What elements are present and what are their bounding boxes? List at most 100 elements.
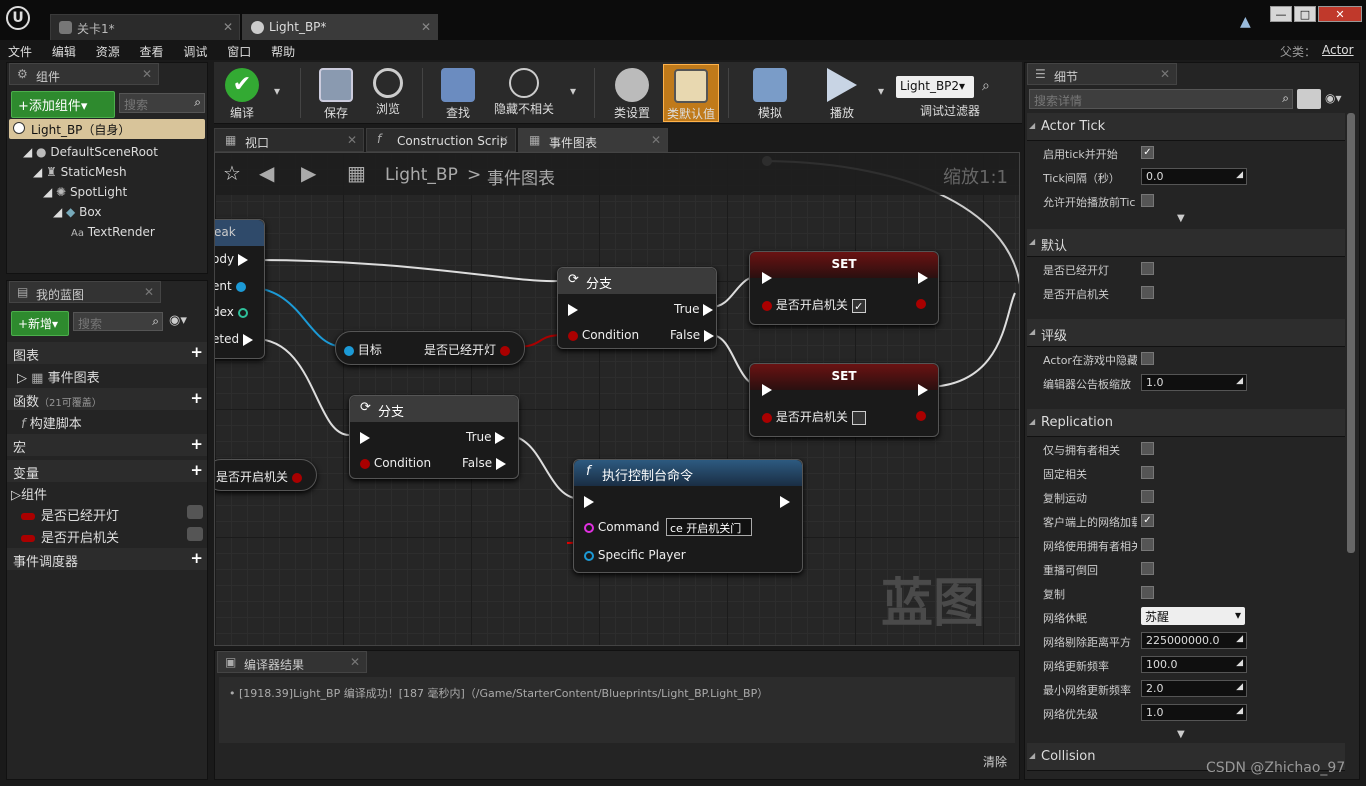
pin-false[interactable]: False [670, 328, 714, 342]
parent-class-link[interactable]: Actor [1322, 43, 1354, 57]
pin-target[interactable]: 目标 [344, 341, 382, 358]
close-icon[interactable]: ✕ [142, 67, 152, 81]
pin-output[interactable]: 是否已经开灯 [424, 341, 510, 358]
spin-arrows-icon[interactable]: ◢ [1236, 682, 1243, 692]
property-checkbox[interactable] [1141, 538, 1154, 551]
tab-light-bp[interactable]: Light_BP* ✕ [242, 14, 438, 40]
tab-construction-script[interactable]: f Construction Scrip ✕ [366, 128, 516, 152]
debug-search-icon[interactable]: ⌕ [982, 78, 990, 94]
browse-button[interactable]: 浏览 [360, 64, 416, 122]
tree-item-spotlight[interactable]: ◢ ✺ SpotLight [43, 185, 127, 205]
close-window-button[interactable]: ✕ [1318, 6, 1362, 22]
pin-output[interactable] [916, 296, 926, 310]
branch-node-2[interactable]: ⟳ 分支 True Condition False [349, 395, 519, 479]
property-checkbox[interactable] [1141, 466, 1154, 479]
property-number-input[interactable]: 0.0 ◢ [1141, 168, 1247, 185]
close-icon[interactable]: ✕ [350, 655, 360, 669]
add-function-button[interactable]: + [190, 389, 203, 407]
expand-arrow-icon[interactable]: ▼ [1177, 213, 1185, 224]
section-rendering[interactable]: 评级 [1027, 319, 1345, 347]
property-checkbox[interactable] [1141, 562, 1154, 575]
property-checkbox[interactable] [1141, 352, 1154, 365]
property-checkbox[interactable]: ✓ [1141, 146, 1154, 159]
construction-script-item[interactable]: f 构建脚本 [21, 413, 82, 432]
add-graph-button[interactable]: + [190, 343, 203, 361]
simulate-button[interactable]: 模拟 [742, 64, 798, 122]
spin-arrows-icon[interactable]: ◢ [1236, 170, 1243, 180]
components-variable-group[interactable]: ▷组件 [11, 484, 47, 503]
property-number-input[interactable]: 100.0 ◢ [1141, 656, 1247, 673]
tree-item-box[interactable]: ◢ ◆ Box [53, 205, 101, 225]
pin-body[interactable]: ody [215, 252, 248, 266]
property-number-input[interactable]: 1.0 ◢ [1141, 704, 1247, 721]
menu-asset[interactable]: 资源 [88, 40, 128, 60]
find-button[interactable]: 查找 [430, 64, 486, 122]
components-search-input[interactable]: 搜索 ⌕ [119, 93, 205, 113]
menu-help[interactable]: 帮助 [263, 40, 303, 60]
forward-arrow-icon[interactable]: ▶ [301, 161, 316, 185]
pin-specific-player[interactable]: Specific Player [584, 548, 686, 562]
log-line[interactable]: • [1918.39]Light_BP 编译成功！[187 毫秒内]（/Game… [229, 685, 768, 701]
new-button[interactable]: +新增▾ [11, 311, 69, 336]
debug-filter-select[interactable]: Light_BP2▾ [896, 76, 974, 98]
pin-condition[interactable]: Condition [568, 328, 639, 342]
menu-edit[interactable]: 编辑 [44, 40, 84, 60]
close-icon[interactable]: ✕ [347, 133, 357, 147]
self-item[interactable]: Light_BP（自身） [9, 119, 205, 139]
pin-exec-in[interactable] [568, 302, 578, 316]
get-lit-variable-node[interactable]: 目标 是否已经开灯 [335, 331, 525, 365]
tab-level[interactable]: 关卡1* ✕ [50, 14, 240, 40]
graduation-cap-icon[interactable]: ▲ [1240, 14, 1251, 30]
execute-console-command-node[interactable]: f 执行控制台命令 Command ce 开启机关门 Specific Play… [573, 459, 803, 573]
pin-exec-in[interactable] [360, 430, 370, 444]
clear-button[interactable]: 清除 [983, 753, 1007, 770]
pin-output[interactable]: 是否开启机关 [216, 468, 302, 485]
star-icon[interactable]: ☆ [223, 161, 241, 185]
close-icon[interactable]: ✕ [144, 285, 154, 299]
class-defaults-button[interactable]: 类默认值 [663, 64, 719, 122]
pin-exec-in[interactable] [762, 382, 772, 396]
variables-category[interactable]: 变量 + [7, 460, 207, 482]
pin-true[interactable]: True [674, 302, 714, 316]
property-number-input[interactable]: 225000000.0 ◢ [1141, 632, 1247, 649]
pin-false[interactable]: False [462, 456, 506, 470]
property-checkbox[interactable] [1141, 194, 1154, 207]
hide-unrelated-button[interactable]: 隐藏不相关 [486, 64, 562, 122]
menu-view[interactable]: 查看 [132, 40, 172, 60]
tree-item-textrender[interactable]: Aa TextRender [71, 225, 155, 245]
property-checkbox[interactable] [1141, 286, 1154, 299]
expand-arrow-icon[interactable]: ▼ [1177, 729, 1185, 740]
close-icon[interactable]: ✕ [499, 133, 509, 147]
close-icon[interactable]: ✕ [421, 20, 431, 34]
spin-arrows-icon[interactable]: ◢ [1236, 376, 1243, 386]
pin-exec-out[interactable] [780, 494, 790, 508]
add-variable-button[interactable]: + [190, 461, 203, 479]
play-options-chevron-icon[interactable]: ▾ [878, 84, 884, 98]
functions-category[interactable]: 函数（21可覆盖） + [7, 388, 207, 410]
pin-exec-in[interactable] [762, 270, 772, 284]
variable-item-lit[interactable]: 是否已经开灯 [21, 505, 203, 524]
close-icon[interactable]: ✕ [223, 20, 233, 34]
add-macro-button[interactable]: + [190, 435, 203, 453]
menu-window[interactable]: 窗口 [219, 40, 259, 60]
save-button[interactable]: 保存 [308, 64, 364, 122]
pin-command[interactable]: Command [584, 520, 660, 534]
property-number-input[interactable]: 1.0 ◢ [1141, 374, 1247, 391]
myblueprint-search-input[interactable]: 搜索 ⌕ [73, 312, 163, 331]
eye-icon[interactable]: ◉▾ [1325, 91, 1342, 105]
pin-output[interactable] [916, 408, 926, 422]
graphs-category[interactable]: 图表 + [7, 342, 207, 364]
back-arrow-icon[interactable]: ◀ [259, 161, 274, 185]
eye-icon[interactable]: ◉▾ [169, 313, 187, 328]
pin-index[interactable]: dex [215, 305, 248, 319]
compile-button[interactable]: ✔ 编译 [214, 64, 270, 122]
property-matrix-icon[interactable] [1297, 89, 1321, 109]
section-default[interactable]: 默认 [1027, 229, 1345, 257]
spin-arrows-icon[interactable]: ◢ [1236, 706, 1243, 716]
close-icon[interactable]: ✕ [651, 133, 661, 147]
pin-true[interactable]: True [466, 430, 506, 444]
pin-value[interactable]: 是否开启机关 ✓ [762, 296, 866, 313]
variable-item-switch[interactable]: 是否开启机关 [21, 527, 203, 546]
minimize-button[interactable]: — [1270, 6, 1292, 22]
section-replication[interactable]: Replication [1027, 409, 1345, 437]
